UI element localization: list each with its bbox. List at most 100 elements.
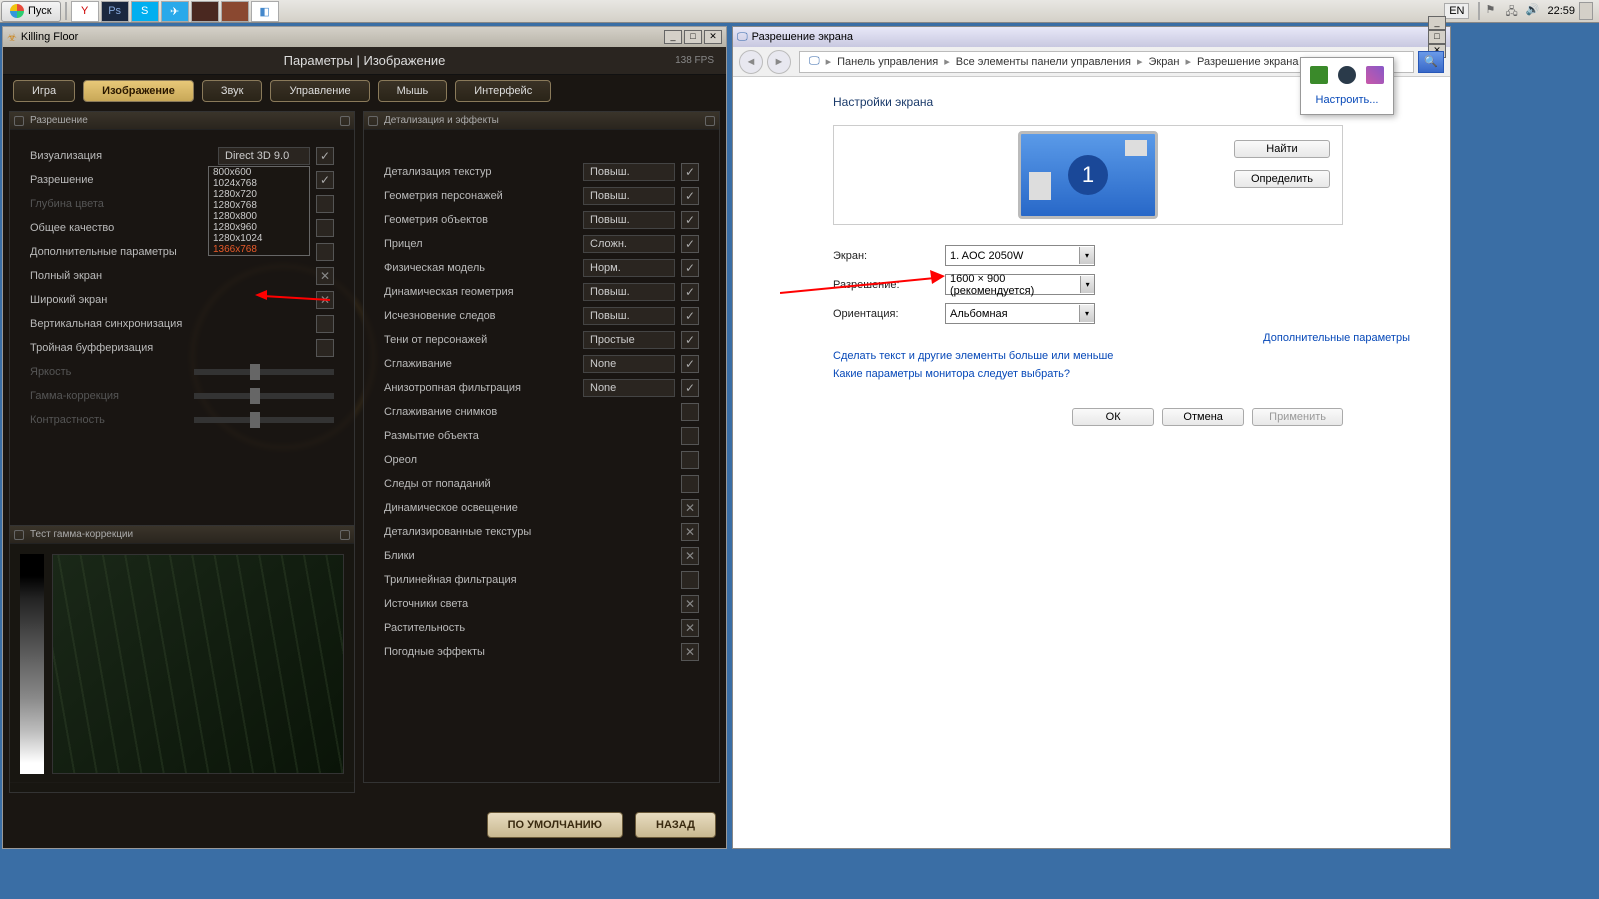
- option-value[interactable]: Повыш.: [583, 163, 675, 181]
- tray-volume-icon[interactable]: 🔊: [1525, 3, 1541, 19]
- help-link[interactable]: Какие параметры монитора следует выбрать…: [833, 368, 1410, 380]
- taskbar-item-app1[interactable]: [191, 1, 219, 22]
- option-checkbox[interactable]: [316, 171, 334, 189]
- option-checkbox[interactable]: [316, 315, 334, 333]
- taskbar-item-app2[interactable]: [221, 1, 249, 22]
- option-checkbox[interactable]: [681, 163, 699, 181]
- nvidia-popup[interactable]: Настроить...: [1300, 57, 1394, 115]
- detect-button[interactable]: Определить: [1234, 170, 1330, 188]
- resolution-select[interactable]: 1600 × 900 (рекомендуется)▾: [945, 274, 1095, 295]
- nav-forward-button[interactable]: ►: [767, 50, 791, 74]
- option-checkbox[interactable]: [316, 267, 334, 285]
- option-checkbox[interactable]: [316, 339, 334, 357]
- option-checkbox[interactable]: [681, 355, 699, 373]
- dropdown-option[interactable]: 1280x768: [209, 200, 309, 211]
- tab-sound[interactable]: Звук: [202, 80, 263, 102]
- option-checkbox[interactable]: [681, 403, 699, 421]
- option-value[interactable]: Норм.: [583, 259, 675, 277]
- dropdown-option[interactable]: 1280x1024: [209, 233, 309, 244]
- option-value[interactable]: None: [583, 379, 675, 397]
- slider[interactable]: [194, 369, 334, 375]
- search-button[interactable]: 🔍: [1418, 51, 1444, 73]
- option-value[interactable]: Простые: [583, 331, 675, 349]
- taskbar-item-yandex[interactable]: Y: [71, 1, 99, 22]
- apply-button[interactable]: Применить: [1252, 408, 1343, 426]
- option-checkbox[interactable]: [681, 283, 699, 301]
- advanced-settings-link[interactable]: Дополнительные параметры: [900, 332, 1410, 344]
- ok-button[interactable]: ОК: [1072, 408, 1154, 426]
- option-checkbox[interactable]: [681, 523, 699, 541]
- option-value[interactable]: Повыш.: [583, 307, 675, 325]
- resolution-dropdown-list[interactable]: 800x6001024x7681280x7201280x7681280x8001…: [208, 166, 310, 256]
- option-checkbox[interactable]: [681, 595, 699, 613]
- tray-network-icon[interactable]: 🖧: [1505, 3, 1521, 19]
- back-button[interactable]: НАЗАД: [635, 812, 716, 838]
- language-indicator[interactable]: EN: [1444, 3, 1469, 19]
- option-checkbox[interactable]: [681, 547, 699, 565]
- monitor-1[interactable]: 1: [1018, 131, 1158, 219]
- pen-icon[interactable]: [1366, 66, 1384, 84]
- option-checkbox[interactable]: [316, 195, 334, 213]
- dropdown-option[interactable]: 1280x720: [209, 189, 309, 200]
- dropdown-option[interactable]: 1280x800: [209, 211, 309, 222]
- option-checkbox[interactable]: [316, 147, 334, 165]
- option-checkbox[interactable]: [681, 451, 699, 469]
- option-value[interactable]: Direct 3D 9.0: [218, 147, 310, 165]
- cancel-button[interactable]: Отмена: [1162, 408, 1244, 426]
- start-button[interactable]: Пуск: [1, 1, 61, 22]
- option-checkbox[interactable]: [316, 243, 334, 261]
- screen-select[interactable]: 1. AOC 2050W▾: [945, 245, 1095, 266]
- configure-link[interactable]: Настроить...: [1307, 94, 1387, 106]
- default-button[interactable]: ПО УМОЛЧАНИЮ: [487, 812, 623, 838]
- display-arrangement[interactable]: 1 Найти Определить: [833, 125, 1343, 225]
- clock[interactable]: 22:59: [1547, 5, 1575, 17]
- steam-icon[interactable]: [1338, 66, 1356, 84]
- taskbar-item-telegram[interactable]: ✈: [161, 1, 189, 22]
- option-checkbox[interactable]: [681, 643, 699, 661]
- dropdown-option[interactable]: 1024x768: [209, 178, 309, 189]
- tab-image[interactable]: Изображение: [83, 80, 194, 102]
- orientation-select[interactable]: Альбомная▾: [945, 303, 1095, 324]
- option-checkbox[interactable]: [681, 259, 699, 277]
- option-checkbox[interactable]: [681, 427, 699, 445]
- option-checkbox[interactable]: [681, 379, 699, 397]
- tab-mouse[interactable]: Мышь: [378, 80, 448, 102]
- show-desktop-button[interactable]: [1579, 2, 1593, 20]
- find-button[interactable]: Найти: [1234, 140, 1330, 158]
- dropdown-option[interactable]: 1366x768: [209, 244, 309, 255]
- dropdown-option[interactable]: 800x600: [209, 167, 309, 178]
- slider[interactable]: [194, 417, 334, 423]
- close-button[interactable]: ✕: [704, 30, 722, 44]
- minimize-button[interactable]: _: [664, 30, 682, 44]
- option-value[interactable]: Сложн.: [583, 235, 675, 253]
- option-checkbox[interactable]: [316, 291, 334, 309]
- option-checkbox[interactable]: [681, 619, 699, 637]
- taskbar-item-app3[interactable]: ◧: [251, 1, 279, 22]
- minimize-button[interactable]: _: [1428, 16, 1446, 30]
- option-value[interactable]: None: [583, 355, 675, 373]
- tab-game[interactable]: Игра: [13, 80, 75, 102]
- option-checkbox[interactable]: [316, 219, 334, 237]
- option-checkbox[interactable]: [681, 235, 699, 253]
- tab-controls[interactable]: Управление: [270, 80, 369, 102]
- slider[interactable]: [194, 393, 334, 399]
- option-value[interactable]: Повыш.: [583, 211, 675, 229]
- option-checkbox[interactable]: [681, 499, 699, 517]
- nvidia-icon[interactable]: [1310, 66, 1328, 84]
- option-checkbox[interactable]: [681, 211, 699, 229]
- option-value[interactable]: Повыш.: [583, 283, 675, 301]
- tab-interface[interactable]: Интерфейс: [455, 80, 551, 102]
- option-checkbox[interactable]: [681, 571, 699, 589]
- dropdown-option[interactable]: 1280x960: [209, 222, 309, 233]
- taskbar-item-skype[interactable]: S: [131, 1, 159, 22]
- option-value[interactable]: Повыш.: [583, 187, 675, 205]
- option-checkbox[interactable]: [681, 187, 699, 205]
- tray-flag-icon[interactable]: ⚑: [1485, 3, 1501, 19]
- option-checkbox[interactable]: [681, 307, 699, 325]
- option-checkbox[interactable]: [681, 475, 699, 493]
- text-size-link[interactable]: Сделать текст и другие элементы больше и…: [833, 350, 1410, 362]
- nav-back-button[interactable]: ◄: [739, 50, 763, 74]
- option-checkbox[interactable]: [681, 331, 699, 349]
- taskbar-item-photoshop[interactable]: Ps: [101, 1, 129, 22]
- maximize-button[interactable]: □: [1428, 30, 1446, 44]
